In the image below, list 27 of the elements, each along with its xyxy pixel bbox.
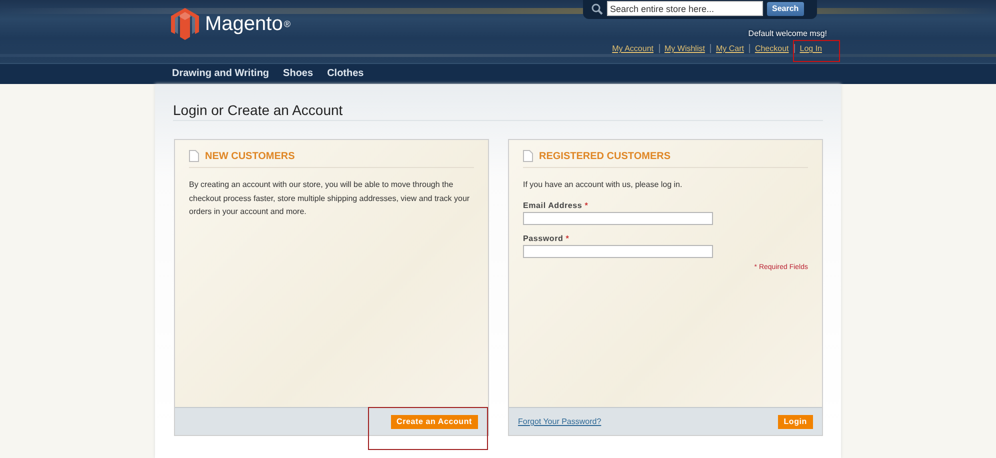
header-link[interactable]: My Account: [607, 44, 658, 53]
panel-text: By creating an account with our store, you will be able to move through the checkout process faster, store multiple shipping addresses, view and track your orders in your account and more.: [189, 179, 471, 218]
nav-link[interactable]: Drawing and Writing: [165, 64, 276, 84]
nav-link[interactable]: Clothes: [320, 64, 371, 84]
search-icon: [591, 2, 603, 14]
document-icon: [523, 150, 533, 162]
document-icon: [189, 150, 199, 162]
registered-mark: ®: [284, 19, 290, 29]
header-link[interactable]: Log In: [794, 44, 827, 53]
panel-text: If you have an account with us, please log in.: [523, 179, 684, 191]
header-link[interactable]: My Wishlist: [658, 44, 710, 53]
field-label: Email Address *: [523, 200, 590, 210]
page-title: Login or Create an Account: [173, 84, 823, 121]
search-button[interactable]: Search: [767, 2, 804, 16]
input-field[interactable]: [523, 244, 713, 258]
forgot-password-link[interactable]: Forgot Your Password?: [518, 417, 602, 426]
logo-text[interactable]: Magento: [205, 12, 283, 36]
field-label: Password *: [523, 234, 570, 242]
panel-title: REGISTERED CUSTOMERS: [539, 150, 670, 162]
panel-title: NEW CUSTOMERS: [205, 150, 295, 162]
header-link[interactable]: Checkout: [748, 44, 794, 53]
header-link[interactable]: My Cart: [710, 44, 749, 53]
search-field[interactable]: Search entire store here...: [607, 1, 763, 16]
input-field[interactable]: [523, 212, 713, 224]
welcome-message: Default welcome msg!: [748, 29, 827, 38]
logo-icon: [171, 8, 199, 40]
nav-link[interactable]: Shoes: [276, 64, 320, 84]
